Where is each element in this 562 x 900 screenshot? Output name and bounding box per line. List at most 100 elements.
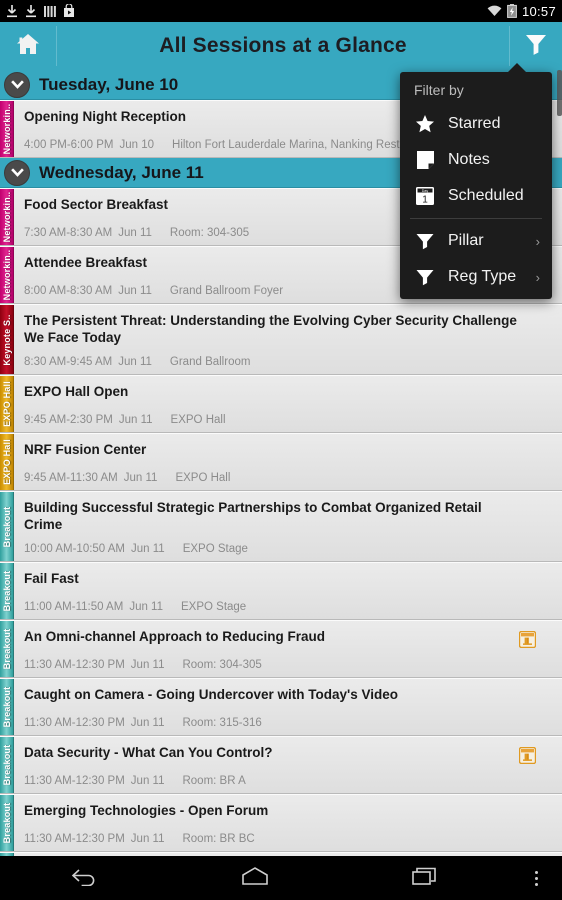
funnel-icon (413, 231, 437, 251)
day-label: Tuesday, June 10 (39, 74, 179, 94)
menu-item-label: Scheduled (448, 187, 524, 204)
session-row[interactable]: Breakout Building Successful Strategic Pa… (0, 491, 562, 562)
pillar-tab: Networkin.. (0, 189, 14, 245)
battery-charging-icon (507, 4, 517, 18)
pillar-tab: Breakout (0, 621, 14, 677)
nav-back-button[interactable] (0, 866, 170, 891)
filter-funnel-icon (523, 31, 549, 62)
play-store-icon (63, 4, 75, 18)
filter-menu-title: Filter by (414, 82, 464, 98)
nav-home-button[interactable] (170, 866, 340, 891)
session-date: Jun 11 (118, 227, 152, 239)
session-date: Jun 11 (130, 833, 165, 845)
session-title: Data Security - What Can You Control? (24, 745, 273, 760)
pillar-label: EXPO Hall (1, 439, 12, 485)
session-body: NRF Fusion Center 9:45 AM-11:30 AM Jun 11 E… (14, 434, 562, 490)
scrollbar-thumb[interactable] (557, 70, 562, 116)
chevron-down-icon (4, 159, 30, 186)
session-time: 9:45 AM-2:30 PM (24, 414, 113, 426)
chevron-right-icon: › (535, 233, 540, 249)
session-row[interactable]: EXPO Hall NRF Fusion Center 9:45 AM-11:30 … (0, 433, 562, 491)
session-row[interactable]: EXPO Hall EXPO Hall Open 9:45 AM-2:30 PM Ju… (0, 375, 562, 433)
session-title: NRF Fusion Center (24, 442, 147, 457)
header-divider (509, 26, 510, 66)
star-icon (413, 114, 437, 134)
pillar-label: Breakout (1, 628, 12, 670)
session-row[interactable]: Breakout Emerging Technologies - Open For… (0, 794, 562, 852)
session-row[interactable]: Breakout Fail Fast 11:00 AM-11:50 AM Jun 11… (0, 562, 562, 620)
session-location: EXPO Hall (170, 414, 226, 426)
menu-item-notes[interactable]: Notes (400, 142, 552, 178)
pillar-label: Networkin.. (1, 249, 12, 301)
session-location: EXPO Hall (175, 472, 231, 484)
session-date: Jun 11 (118, 356, 152, 368)
note-icon (413, 150, 437, 170)
session-location: Room: BR A (182, 775, 246, 787)
session-body: EXPO Hall Open 9:45 AM-2:30 PM Jun 11 EXPO … (14, 376, 562, 432)
session-body: Data Security - What Can You Control? 11:… (14, 737, 562, 793)
session-body: An Omni-channel Approach to Reducing Fra… (14, 621, 562, 677)
filter-dropdown-menu[interactable]: Filter by Starred Notes Day 1 Scheduled Pilla… (400, 63, 552, 299)
session-time: 11:30 AM-12:30 PM (24, 659, 125, 671)
app-header: All Sessions at a Glance (0, 22, 562, 70)
session-title: The Persistent Threat: Understanding the… (24, 313, 517, 345)
menu-item-label: Starred (448, 115, 501, 132)
session-time: 11:30 AM-12:30 PM (24, 775, 125, 787)
chevron-right-icon: › (535, 269, 540, 285)
session-location: Grand Ballroom (169, 356, 251, 368)
session-row[interactable]: Breakout An Omni-channel Approach to Redu… (0, 620, 562, 678)
session-date: Jun 11 (130, 775, 165, 787)
page-title: All Sessions at a Glance (159, 34, 407, 57)
day-label: Wednesday, June 11 (39, 162, 204, 182)
session-title: Emerging Technologies - Open Forum (24, 803, 269, 818)
session-location: Grand Ballroom Foyer (169, 285, 284, 297)
status-bar-right-icons: 10:57 (487, 4, 556, 19)
pillar-tab: Breakout (0, 679, 14, 735)
session-location: Room: 315-316 (182, 717, 262, 729)
session-meta: 11:30 AM-12:30 PM Jun 11 Room: BR A (24, 775, 552, 787)
wifi-icon (487, 5, 502, 17)
pillar-tab: Breakout (0, 737, 14, 793)
session-time: 9:45 AM-11:30 AM (24, 472, 118, 484)
session-date: Jun 11 (130, 717, 165, 729)
menu-item-reg-type[interactable]: Reg Type › (400, 259, 552, 295)
menu-item-label: Reg Type (448, 268, 517, 285)
session-title: An Omni-channel Approach to Reducing Fra… (24, 629, 326, 644)
session-location: Room: 304-305 (169, 227, 250, 239)
pillar-tab: EXPO Hall (0, 376, 14, 432)
session-date: Jun 11 (123, 472, 158, 484)
menu-item-scheduled[interactable]: Day 1 Scheduled (400, 178, 552, 214)
pillar-label: Breakout (1, 744, 12, 786)
pillar-label: Breakout (1, 506, 12, 547)
svg-text:1: 1 (422, 195, 428, 206)
download-icon (25, 4, 37, 18)
session-location: EXPO Stage (182, 543, 248, 555)
home-icon (15, 32, 41, 61)
nav-overflow-button[interactable] (510, 869, 562, 887)
status-bar: 10:57 (0, 0, 562, 22)
home-button[interactable] (0, 22, 56, 70)
pillar-label: Networkin.. (1, 103, 12, 155)
session-meta: 11:30 AM-12:30 PM Jun 11 Room: 315-316 (24, 717, 552, 729)
session-date: Jun 11 (118, 285, 152, 297)
menu-item-label: Pillar (448, 232, 484, 249)
menu-item-label: Notes (448, 151, 490, 168)
session-meta: 8:30 AM-9:45 AM Jun 11 Grand Ballroom (24, 356, 552, 368)
session-row[interactable]: Keynote S.. The Persistent Threat: Unders… (0, 304, 562, 375)
session-title: Fail Fast (24, 571, 79, 586)
session-date: Jun 11 (131, 543, 165, 555)
menu-item-pillar[interactable]: Pillar › (400, 223, 552, 259)
session-row[interactable]: Breakout Caught on Camera - Going Underco… (0, 678, 562, 736)
nav-recents-button[interactable] (340, 866, 510, 891)
session-date: Jun 11 (129, 601, 163, 613)
status-bar-clock: 10:57 (521, 3, 556, 19)
session-location: Room: BR BC (182, 833, 255, 845)
home-pentagon-icon (241, 866, 269, 891)
session-body: Building Successful Strategic Partnershi… (14, 492, 562, 561)
pillar-tab: Breakout (0, 795, 14, 851)
session-row[interactable]: Breakout Data Security - What Can You Con… (0, 736, 562, 794)
pillar-label: Breakout (1, 686, 12, 728)
session-time: 11:30 AM-12:30 PM (24, 717, 125, 729)
session-time: 11:00 AM-11:50 AM (24, 601, 124, 613)
menu-item-starred[interactable]: Starred (400, 106, 552, 142)
